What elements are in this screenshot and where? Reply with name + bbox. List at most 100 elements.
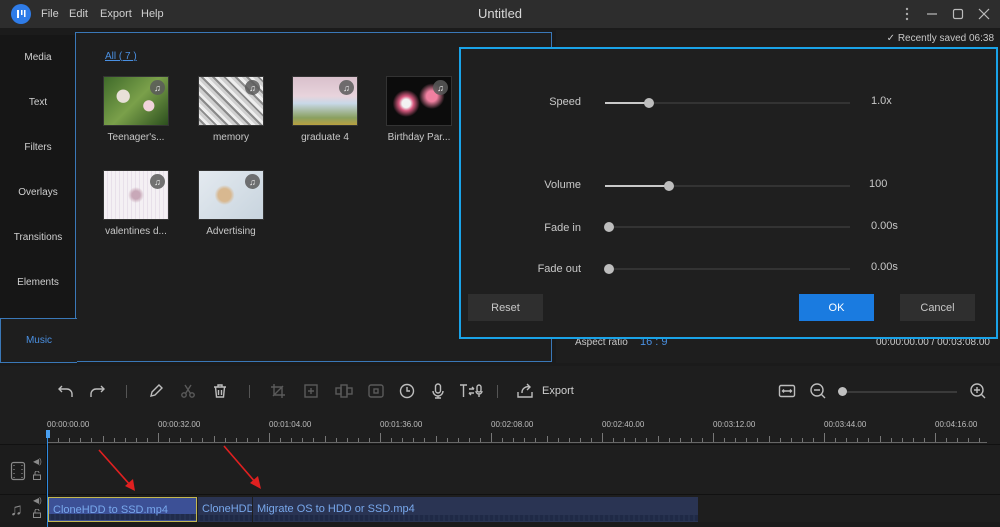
ruler-tick (180, 438, 182, 442)
ruler-tick (535, 438, 537, 442)
speed-slider[interactable] (605, 98, 850, 108)
export-icon[interactable] (515, 381, 537, 401)
text-to-speech-icon[interactable] (458, 381, 486, 401)
mosaic-icon[interactable] (333, 381, 355, 401)
sidebar-tab-text[interactable]: Text (0, 80, 76, 125)
media-item[interactable]: ♫ Teenager's... (103, 76, 171, 143)
slider-handle[interactable] (663, 181, 674, 191)
ruler-tick (701, 438, 703, 442)
zoom-in-icon[interactable] (967, 381, 989, 401)
slider-handle[interactable] (644, 98, 655, 108)
ruler-tick (113, 438, 115, 442)
microphone-icon[interactable] (427, 381, 449, 401)
music-clip[interactable]: CloneHDD to SSD.mp4 (198, 497, 252, 522)
maximize-icon[interactable] (947, 4, 969, 24)
ok-button[interactable]: OK (799, 294, 874, 321)
sidebar-tab-elements[interactable]: Elements (0, 260, 76, 305)
zoom-slider-handle[interactable] (838, 387, 847, 396)
sidebar-tab-overlays[interactable]: Overlays (0, 170, 76, 215)
ruler-tick (935, 433, 936, 442)
media-item[interactable]: ♫ memory (198, 76, 266, 143)
fade-in-label: Fade in (544, 222, 581, 234)
ruler-tick (58, 438, 60, 442)
media-item[interactable]: ♫ Birthday Par... (386, 76, 454, 143)
ruler-tick (613, 438, 615, 442)
sidebar-tab-transitions[interactable]: Transitions (0, 215, 76, 260)
zoom-frame-icon[interactable] (300, 381, 322, 401)
speaker-icon[interactable]: ◀) (33, 496, 42, 505)
lock-open-icon[interactable] (33, 508, 41, 521)
ruler-tick (979, 438, 981, 442)
sidebar-tab-filters[interactable]: Filters (0, 125, 76, 170)
ruler-tick (324, 436, 326, 442)
ruler-tick (158, 433, 159, 442)
menu-edit[interactable]: Edit (69, 8, 88, 20)
ruler-tick (402, 438, 404, 442)
export-button[interactable]: Export (542, 385, 574, 397)
media-item-label: graduate 4 (301, 132, 349, 143)
ruler-tick (657, 436, 659, 442)
fade-out-slider[interactable] (604, 264, 850, 274)
menu-export[interactable]: Export (100, 8, 132, 20)
undo-icon[interactable] (55, 381, 77, 401)
save-status-text: Recently saved 06:38 (897, 33, 994, 44)
save-status: ✓ Recently saved 06:38 (887, 33, 994, 44)
ruler-tick (846, 438, 848, 442)
ruler-tick (546, 436, 548, 442)
music-note-icon: ♫ (150, 80, 165, 95)
thumbnail: ♫ (103, 170, 169, 220)
crop-icon[interactable] (267, 381, 289, 401)
zoom-out-icon[interactable] (807, 381, 829, 401)
annotation-arrow-icon (223, 445, 261, 489)
ruler-label: 00:02:40.00 (602, 420, 645, 429)
fade-in-slider[interactable] (604, 222, 850, 232)
freeze-frame-icon[interactable] (365, 381, 387, 401)
ruler-tick (724, 438, 726, 442)
menu-help[interactable]: Help (141, 8, 164, 20)
speaker-icon[interactable]: ◀) (33, 457, 42, 466)
sidebar-tab-media[interactable]: Media (0, 35, 76, 80)
ruler-tick (457, 438, 459, 442)
music-clip[interactable]: CloneHDD to SSD.mp4 (48, 497, 197, 522)
playhead-handle[interactable] (46, 430, 50, 438)
clip-label: CloneHDD to SSD.mp4 (202, 503, 252, 515)
timeline-ruler[interactable]: 00:00:00.00 00:00:32.00 00:01:04.00 00:01:3… (0, 416, 1000, 444)
ruler-tick (124, 438, 126, 442)
edit-pencil-icon[interactable] (145, 381, 167, 401)
ruler-tick (191, 438, 193, 442)
ruler-tick (890, 438, 892, 442)
minimize-icon[interactable] (921, 4, 943, 24)
fade-out-value: 0.00s (871, 261, 898, 273)
reset-button[interactable]: Reset (468, 294, 543, 321)
clip-label: Migrate OS to HDD or SSD.mp4 (257, 503, 415, 515)
duration-clock-icon[interactable] (396, 381, 418, 401)
playhead[interactable] (47, 430, 48, 527)
timeline-zoom-slider[interactable] (838, 387, 957, 396)
close-icon[interactable] (973, 4, 995, 24)
filter-tab-all[interactable]: All ( 7 ) (105, 51, 137, 62)
media-item[interactable]: ♫ valentines d... (103, 170, 171, 237)
menu-file[interactable]: File (41, 8, 59, 20)
media-item[interactable]: ♫ graduate 4 (292, 76, 360, 143)
ruler-tick (269, 433, 270, 442)
video-track: ◀) (0, 444, 1000, 494)
split-scissors-icon[interactable] (177, 381, 199, 401)
ruler-tick (590, 438, 592, 442)
music-track-header: ♫ ◀) (0, 495, 47, 522)
more-icon[interactable] (896, 4, 918, 24)
slider-handle[interactable] (604, 222, 614, 232)
volume-slider[interactable] (605, 181, 850, 191)
ruler-tick (790, 438, 792, 442)
fit-timeline-icon[interactable] (776, 381, 798, 401)
media-item[interactable]: ♫ Advertising (198, 170, 266, 237)
media-item-label: valentines d... (105, 226, 167, 237)
delete-trash-icon[interactable] (209, 381, 231, 401)
cancel-button[interactable]: Cancel (900, 294, 975, 321)
redo-icon[interactable] (86, 381, 108, 401)
slider-handle[interactable] (604, 264, 614, 274)
sidebar-tab-music[interactable]: Music (0, 318, 77, 363)
ruler-tick (491, 433, 492, 442)
lock-open-icon[interactable] (33, 470, 41, 483)
ruler-tick (424, 438, 426, 442)
music-clip[interactable]: Migrate OS to HDD or SSD.mp4 (253, 497, 698, 522)
